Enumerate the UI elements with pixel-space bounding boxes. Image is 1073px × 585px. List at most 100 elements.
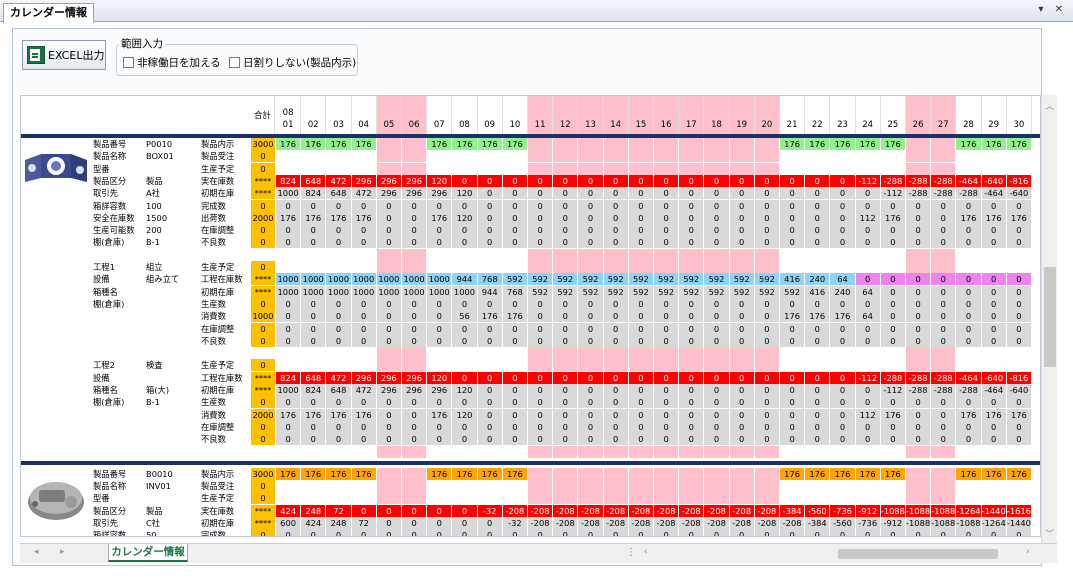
day-cell[interactable] — [376, 480, 402, 493]
day-cell[interactable]: 0 — [754, 322, 780, 335]
day-cell[interactable] — [754, 467, 780, 480]
day-cell[interactable]: 0 — [628, 199, 654, 212]
grid-row[interactable] — [21, 445, 1040, 458]
day-cell[interactable]: 0 — [830, 529, 856, 536]
day-cell[interactable]: 0 — [754, 433, 780, 446]
day-cell[interactable]: 240 — [830, 285, 856, 298]
day-cell[interactable]: 0 — [578, 529, 604, 536]
day-cell[interactable]: 0 — [553, 433, 579, 446]
day-cell[interactable]: -560 — [805, 504, 831, 517]
day-cell[interactable] — [553, 480, 579, 493]
day-cell[interactable] — [956, 150, 982, 163]
day-cell[interactable] — [830, 261, 856, 273]
day-cell[interactable]: 824 — [276, 174, 302, 187]
day-cell[interactable]: 0 — [477, 187, 503, 200]
day-cell[interactable]: 0 — [780, 529, 806, 536]
day-cell[interactable] — [628, 138, 654, 150]
day-cell[interactable] — [578, 347, 604, 360]
day-cell[interactable]: -640 — [1006, 187, 1032, 200]
day-cell[interactable]: -1440 — [981, 504, 1007, 517]
day-cell[interactable]: -208 — [654, 517, 680, 529]
day-cell[interactable]: 176 — [351, 467, 377, 480]
day-cell[interactable]: 0 — [301, 322, 327, 335]
day-cell[interactable] — [402, 150, 428, 163]
day-cell[interactable]: 0 — [326, 224, 352, 237]
day-cell[interactable]: 0 — [981, 310, 1007, 323]
day-cell[interactable]: 592 — [553, 273, 579, 286]
day-cell[interactable]: 472 — [326, 174, 352, 187]
day-cell[interactable]: 0 — [906, 297, 932, 310]
day-cell[interactable] — [301, 248, 327, 261]
day-cell[interactable]: -384 — [780, 504, 806, 517]
grid-row[interactable]: 工程2 検査 生産予定 0 — [21, 359, 1040, 372]
day-cell[interactable]: 0 — [477, 384, 503, 396]
grid-row[interactable]: 型番 生産予定 0 — [21, 162, 1040, 175]
day-cell[interactable]: 0 — [956, 273, 982, 286]
day-cell[interactable]: -288 — [956, 187, 982, 200]
day-cell[interactable]: 248 — [301, 504, 327, 517]
day-cell[interactable] — [654, 480, 680, 493]
day-cell[interactable]: 0 — [754, 297, 780, 310]
day-cell[interactable] — [654, 347, 680, 360]
day-cell[interactable] — [628, 467, 654, 480]
day-cell[interactable]: 0 — [679, 408, 705, 421]
day-cell[interactable]: 0 — [729, 236, 755, 249]
day-cell[interactable]: 0 — [931, 236, 957, 249]
day-cell[interactable]: 0 — [906, 396, 932, 409]
day-cell[interactable]: 0 — [704, 384, 730, 396]
day-cell[interactable]: 0 — [402, 529, 428, 536]
day-cell[interactable]: 0 — [301, 334, 327, 347]
day-cell[interactable] — [478, 359, 503, 372]
day-cell[interactable]: 0 — [855, 433, 881, 446]
day-cell[interactable]: 0 — [906, 433, 932, 446]
day-cell[interactable] — [578, 248, 604, 261]
day-cell[interactable]: -288 — [931, 187, 957, 200]
day-cell[interactable]: 1000 — [276, 384, 302, 396]
day-cell[interactable]: 0 — [628, 322, 654, 335]
day-cell[interactable]: 0 — [679, 174, 705, 187]
day-cell[interactable]: 416 — [805, 285, 831, 298]
day-cell[interactable] — [982, 261, 1007, 273]
day-cell[interactable] — [679, 162, 705, 175]
day-cell[interactable]: 592 — [704, 273, 730, 286]
day-cell[interactable]: 176 — [301, 138, 327, 150]
day-cell[interactable]: 1000 — [276, 187, 302, 200]
day-cell[interactable] — [376, 492, 402, 505]
day-cell[interactable] — [856, 445, 881, 458]
day-cell[interactable]: 1000 — [276, 273, 302, 286]
day-cell[interactable]: 0 — [528, 322, 554, 335]
day-cell[interactable]: -288 — [906, 371, 932, 384]
day-cell[interactable]: -640 — [981, 371, 1007, 384]
horizontal-scroll-thumb[interactable] — [838, 549, 998, 559]
day-cell[interactable]: 0 — [578, 420, 604, 433]
day-cell[interactable]: 176 — [780, 138, 806, 150]
day-cell[interactable] — [830, 347, 856, 360]
day-cell[interactable]: 0 — [754, 310, 780, 323]
day-cell[interactable]: 296 — [402, 384, 428, 396]
day-cell[interactable]: 0 — [477, 529, 503, 536]
day-cell[interactable]: 0 — [654, 174, 680, 187]
day-cell[interactable]: 0 — [477, 224, 503, 237]
day-cell[interactable] — [704, 162, 730, 175]
day-cell[interactable] — [729, 261, 755, 273]
day-cell[interactable]: 296 — [376, 371, 402, 384]
day-cell[interactable] — [780, 261, 806, 273]
day-cell[interactable]: 0 — [931, 224, 957, 237]
day-cell[interactable]: 0 — [578, 310, 604, 323]
day-cell[interactable] — [729, 480, 755, 493]
day-cell[interactable]: 592 — [528, 285, 554, 298]
day-cell[interactable]: 0 — [603, 310, 629, 323]
day-cell[interactable]: 296 — [427, 384, 453, 396]
day-cell[interactable]: 0 — [729, 433, 755, 446]
day-cell[interactable]: -112 — [855, 371, 881, 384]
day-cell[interactable]: 176 — [326, 138, 352, 150]
day-cell[interactable]: 0 — [1006, 310, 1032, 323]
day-cell[interactable]: 0 — [351, 396, 377, 409]
day-cell[interactable]: 0 — [805, 420, 831, 433]
day-cell[interactable]: -912 — [855, 504, 881, 517]
day-cell[interactable]: 0 — [729, 529, 755, 536]
day-cell[interactable]: 0 — [553, 322, 579, 335]
day-cell[interactable]: 176 — [956, 138, 982, 150]
day-cell[interactable]: 56 — [452, 310, 478, 323]
day-cell[interactable]: 0 — [603, 371, 629, 384]
